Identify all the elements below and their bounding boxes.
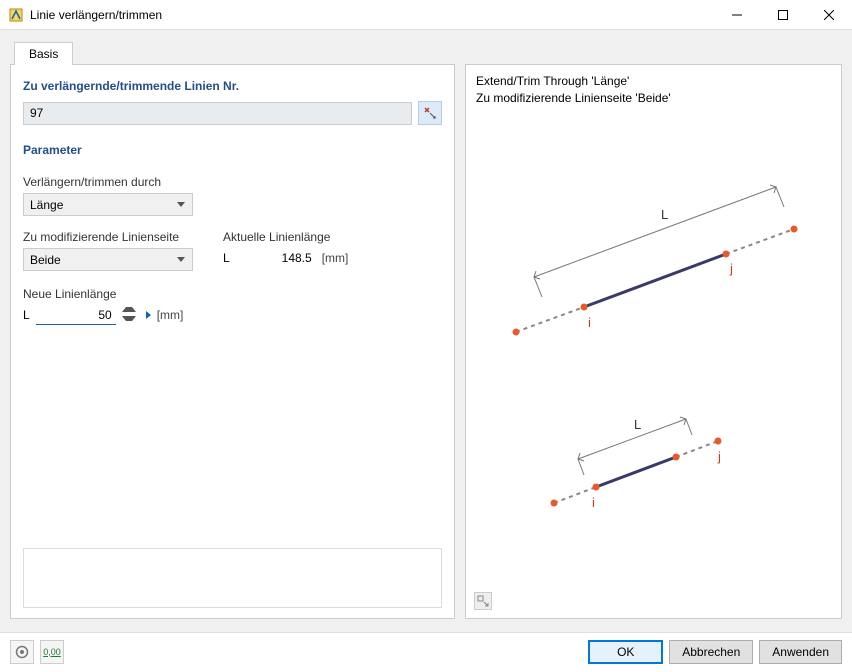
app-icon (8, 7, 24, 23)
spinner-down[interactable] (122, 315, 136, 324)
ok-button[interactable]: OK (588, 640, 663, 664)
current-length-unit: [mm] (322, 251, 349, 265)
diagram-label-L-bottom: L (634, 417, 641, 432)
panel-left: Zu verlängernde/trimmende Linien Nr. Par… (10, 64, 455, 619)
tab-strip: Basis (10, 40, 842, 64)
section-params-title: Parameter (23, 143, 442, 157)
diagram-label-j-bottom: j (717, 449, 721, 464)
window-title: Linie verlängern/trimmen (30, 8, 714, 22)
help-button[interactable] (10, 640, 34, 664)
new-length-unit: [mm] (157, 308, 184, 322)
preview-line1: Extend/Trim Through 'Länge' (476, 73, 831, 90)
new-length-go-icon[interactable] (142, 311, 151, 319)
diagram-label-i-bottom: i (592, 495, 595, 510)
titlebar: Linie verlängern/trimmen (0, 0, 852, 30)
enlarge-preview-button[interactable] (474, 592, 492, 610)
diagram-label-j-top: j (729, 261, 733, 276)
apply-button[interactable]: Anwenden (759, 640, 842, 664)
close-button[interactable] (806, 0, 852, 30)
spinner-up[interactable] (122, 306, 136, 315)
comment-box (23, 548, 442, 608)
line-number-input[interactable] (23, 102, 412, 125)
through-dropdown[interactable]: Länge (23, 193, 193, 216)
minimize-button[interactable] (714, 0, 760, 30)
units-icon-text: 0,00 (43, 647, 61, 657)
label-through: Verlängern/trimmen durch (23, 175, 442, 189)
cancel-button[interactable]: Abbrechen (669, 640, 753, 664)
pick-in-model-button[interactable] (418, 101, 442, 125)
section-lines-title: Zu verlängernde/trimmende Linien Nr. (23, 79, 442, 93)
label-side: Zu modifizierende Linienseite (23, 230, 193, 244)
current-length-value (236, 248, 316, 268)
side-dropdown[interactable]: Beide (23, 248, 193, 271)
new-length-spinner[interactable] (122, 306, 136, 324)
diagram-label-L-top: L (661, 207, 668, 222)
new-length-symbol: L (23, 308, 30, 322)
new-length-input[interactable] (36, 305, 116, 325)
dialog-body: Basis Zu verlängernde/trimmende Linien N… (0, 30, 852, 632)
tab-basis[interactable]: Basis (14, 42, 73, 65)
preview-line2: Zu modifizierende Linienseite 'Beide' (476, 90, 831, 107)
diagram-label-i-top: i (588, 315, 591, 330)
current-length-symbol: L (223, 251, 230, 265)
preview-diagram: L i j (476, 107, 816, 587)
label-new-length: Neue Linienlänge (23, 287, 442, 301)
units-button[interactable]: 0,00 (40, 640, 64, 664)
panel-preview: Extend/Trim Through 'Länge' Zu modifizie… (465, 64, 842, 619)
maximize-button[interactable] (760, 0, 806, 30)
label-current-length: Aktuelle Linienlänge (223, 230, 348, 244)
bottom-bar: 0,00 OK Abbrechen Anwenden (0, 632, 852, 670)
